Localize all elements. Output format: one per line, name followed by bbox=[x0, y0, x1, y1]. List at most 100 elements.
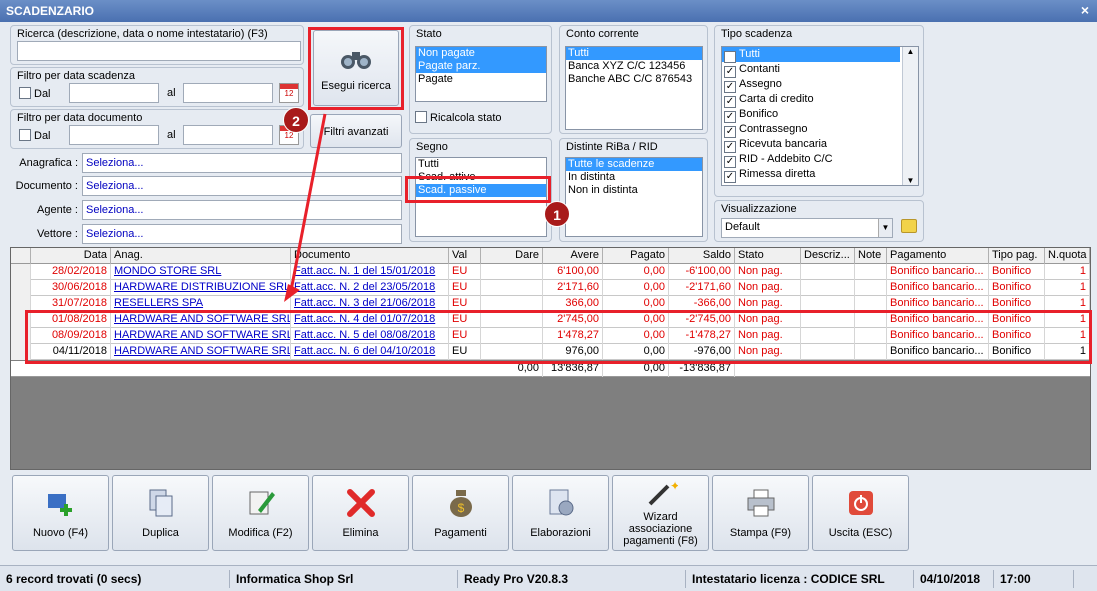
table-cell: 1 bbox=[1045, 280, 1090, 296]
uscita-button[interactable]: Uscita (ESC) bbox=[812, 475, 909, 551]
list-item[interactable]: ✓ Carta di credito bbox=[722, 92, 900, 108]
search-group: Ricerca (descrizione, data o nome intest… bbox=[10, 25, 304, 65]
filtri-avanzati-label: Filtri avanzati bbox=[323, 126, 389, 138]
agente-label: Agente : bbox=[37, 204, 78, 216]
window-title: SCADENZARIO bbox=[0, 0, 1097, 22]
list-item[interactable]: ✓ Ricevuta bancaria bbox=[722, 137, 900, 153]
checkbox-icon[interactable] bbox=[19, 129, 31, 141]
search-input[interactable] bbox=[17, 41, 301, 61]
filter-documento-dal[interactable]: Dal bbox=[19, 129, 51, 142]
distinte-listbox[interactable]: Tutte le scadenze In distinta Non in dis… bbox=[565, 157, 703, 237]
checkbox-icon[interactable] bbox=[415, 111, 427, 123]
segno-title: Segno bbox=[416, 141, 448, 153]
col-val[interactable]: Val bbox=[449, 248, 481, 264]
scroll-down-icon[interactable]: ▼ bbox=[903, 176, 918, 185]
scadenza-from-input[interactable] bbox=[69, 83, 159, 103]
col-descrizione[interactable]: Descriz... bbox=[801, 248, 855, 264]
nuovo-button[interactable]: Nuovo (F4) bbox=[12, 475, 109, 551]
list-item[interactable]: Pagate bbox=[416, 73, 546, 86]
stato-listbox[interactable]: Non pagate Pagate parz. Pagate bbox=[415, 46, 547, 102]
wizard-button[interactable]: ✦ Wizard associazione pagamenti (F8) bbox=[612, 475, 709, 551]
visual-title: Visualizzazione bbox=[721, 203, 797, 215]
col-pagamento[interactable]: Pagamento bbox=[887, 248, 989, 264]
list-item[interactable]: ✓ Rimessa diretta bbox=[722, 167, 900, 183]
col-pagato[interactable]: Pagato bbox=[603, 248, 669, 264]
status-license: Intestatario licenza : CODICE SRL bbox=[686, 570, 914, 588]
col-dare[interactable]: Dare bbox=[481, 248, 543, 264]
list-item[interactable]: Banca XYZ C/C 123456 bbox=[566, 60, 702, 73]
stato-title: Stato bbox=[416, 28, 442, 40]
documento-label: Documento : bbox=[15, 180, 78, 192]
col-tipo-pag[interactable]: Tipo pag. bbox=[989, 248, 1045, 264]
documento-from-input[interactable] bbox=[69, 125, 159, 145]
conto-listbox[interactable]: Tutti Banca XYZ C/C 123456 Banche ABC C/… bbox=[565, 46, 703, 130]
col-note[interactable]: Note bbox=[855, 248, 887, 264]
table-cell: 2'171,60 bbox=[543, 280, 603, 296]
anagrafica-field[interactable]: Seleziona... bbox=[82, 153, 402, 173]
col-avere[interactable]: Avere bbox=[543, 248, 603, 264]
status-bar: 6 record trovati (0 secs) Informatica Sh… bbox=[0, 565, 1097, 591]
duplica-button[interactable]: Duplica bbox=[112, 475, 209, 551]
calendar-icon[interactable]: 12 bbox=[279, 83, 299, 103]
elaborazioni-button[interactable]: Elaborazioni bbox=[512, 475, 609, 551]
col-data[interactable]: Data bbox=[31, 248, 111, 264]
pagamenti-button[interactable]: $ Pagamenti bbox=[412, 475, 509, 551]
agente-field[interactable]: Seleziona... bbox=[82, 200, 402, 220]
list-item[interactable]: ✓ Contanti bbox=[722, 62, 900, 78]
tipo-listbox[interactable]: ✓ Tutti ✓ Contanti ✓ Assegno ✓ Carta di cred… bbox=[721, 46, 919, 186]
row-indicator[interactable] bbox=[11, 264, 31, 280]
scroll-up-icon[interactable]: ▲ bbox=[903, 47, 918, 56]
table-cell: 0,00 bbox=[603, 280, 669, 296]
checkbox-icon[interactable] bbox=[19, 87, 31, 99]
table-cell[interactable]: MONDO STORE SRL bbox=[111, 264, 291, 280]
list-item[interactable]: ✓ Contrassegno bbox=[722, 122, 900, 138]
list-item[interactable]: In distinta bbox=[566, 171, 702, 184]
close-icon[interactable]: × bbox=[1081, 2, 1089, 18]
list-item[interactable]: Banche ABC C/C 876543 bbox=[566, 73, 702, 86]
list-item[interactable]: Tutti bbox=[416, 158, 546, 171]
list-item[interactable]: Non in distinta bbox=[566, 184, 702, 197]
documento-to-input[interactable] bbox=[183, 125, 273, 145]
list-item[interactable]: ✓ RID - Addebito C/C bbox=[722, 152, 900, 168]
power-icon bbox=[848, 491, 873, 515]
dal-label: Dal bbox=[34, 130, 51, 142]
tipo-scrollbar[interactable]: ▲ ▼ bbox=[902, 47, 918, 185]
table-row[interactable]: 30/06/2018 HARDWARE DISTRIBUZIONE SRL Fatt… bbox=[11, 280, 1090, 296]
modifica-button[interactable]: Modifica (F2) bbox=[212, 475, 309, 551]
table-cell: EU bbox=[449, 280, 481, 296]
table-cell: Bonifico bancario... bbox=[887, 280, 989, 296]
table-cell[interactable]: HARDWARE DISTRIBUZIONE SRL bbox=[111, 280, 291, 296]
table-cell: 30/06/2018 bbox=[31, 280, 111, 296]
list-item[interactable]: Non pagate bbox=[416, 47, 546, 60]
list-item[interactable]: ✓ Tutti bbox=[722, 47, 900, 63]
svg-text:$: $ bbox=[457, 501, 464, 515]
row-indicator[interactable] bbox=[11, 280, 31, 296]
col-saldo[interactable]: Saldo bbox=[669, 248, 735, 264]
elimina-label: Elimina bbox=[342, 527, 379, 539]
folder-icon[interactable] bbox=[901, 219, 917, 233]
modifica-label: Modifica (F2) bbox=[228, 527, 293, 539]
elimina-button[interactable]: Elimina bbox=[312, 475, 409, 551]
list-item[interactable]: Tutti bbox=[566, 47, 702, 60]
list-item[interactable]: Tutte le scadenze bbox=[566, 158, 702, 171]
documento-field[interactable]: Seleziona... bbox=[82, 176, 402, 196]
vettore-field[interactable]: Seleziona... bbox=[82, 224, 402, 244]
chevron-down-icon[interactable]: ▼ bbox=[878, 219, 892, 237]
col-anag[interactable]: Anag. bbox=[111, 248, 291, 264]
list-item[interactable]: Pagate parz. bbox=[416, 60, 546, 73]
table-cell: Bonifico bbox=[989, 280, 1045, 296]
list-item[interactable]: ✓ Assegno bbox=[722, 77, 900, 93]
filter-scadenza-dal[interactable]: Dal bbox=[19, 87, 51, 100]
printer-icon bbox=[747, 489, 774, 517]
stampa-button[interactable]: Stampa (F9) bbox=[712, 475, 809, 551]
ricalcola-stato-checkbox[interactable]: Ricalcola stato bbox=[415, 111, 502, 124]
table-row[interactable]: 28/02/2018 MONDO STORE SRL Fatt.acc. N. 1 … bbox=[11, 264, 1090, 280]
visual-select[interactable]: Default ▼ bbox=[721, 218, 893, 238]
col-stato[interactable]: Stato bbox=[735, 248, 801, 264]
col-nquota[interactable]: N.quota bbox=[1045, 248, 1090, 264]
list-item[interactable]: ✓ Bonifico bbox=[722, 107, 900, 123]
svg-text:✦: ✦ bbox=[670, 480, 678, 493]
scadenza-to-input[interactable] bbox=[183, 83, 273, 103]
annotation-box-rows bbox=[25, 310, 1092, 364]
check-icon[interactable]: ✓ bbox=[724, 171, 736, 183]
